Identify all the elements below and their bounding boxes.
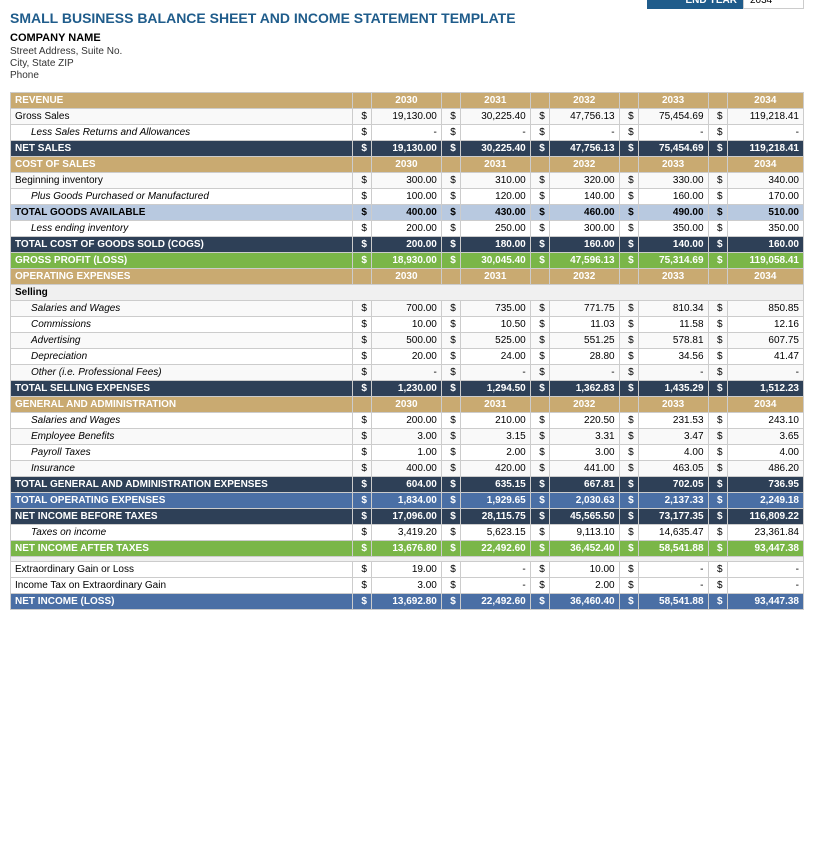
total-goods-row: TOTAL GOODS AVAILABLE $ 400.00 $ 430.00 … — [11, 205, 804, 221]
net-sales-label: NET SALES — [11, 141, 353, 157]
company-address: Street Address, Suite No. — [10, 46, 804, 57]
gross-sales-label: Gross Sales — [11, 109, 353, 125]
revenue-label: REVENUE — [11, 93, 353, 109]
revenue-year-2030: 2030 — [371, 93, 441, 109]
revenue-year-2034: 2034 — [727, 93, 803, 109]
main-table: REVENUE 2030 2031 2032 2033 2034 Gross S… — [10, 92, 804, 610]
selling-depreciation-row: Depreciation $ 20.00 $ 24.00 $ 28.80 $ 3… — [11, 349, 804, 365]
selling-commissions-row: Commissions $ 10.00 $ 10.50 $ 11.03 $ 11… — [11, 317, 804, 333]
income-tax-extra-row: Income Tax on Extraordinary Gain $ 3.00 … — [11, 578, 804, 594]
operating-expenses-header: OPERATING EXPENSES 2030 2031 2032 2033 2… — [11, 269, 804, 285]
gross-profit-row: GROSS PROFIT (LOSS) $ 18,930.00 $ 30,045… — [11, 253, 804, 269]
selling-subheader: Selling — [11, 285, 804, 301]
selling-advertising-row: Advertising $ 500.00 $ 525.00 $ 551.25 $… — [11, 333, 804, 349]
net-sales-row: NET SALES $ 19,130.00 $ 30,225.40 $ 47,7… — [11, 141, 804, 157]
ga-employee-benefits-row: Employee Benefits $ 3.00 $ 3.15 $ 3.31 $… — [11, 429, 804, 445]
less-sales-returns-row: Less Sales Returns and Allowances $ - $ … — [11, 125, 804, 141]
total-selling-row: TOTAL SELLING EXPENSES $ 1,230.00 $ 1,29… — [11, 381, 804, 397]
plus-goods-row: Plus Goods Purchased or Manufactured $ 1… — [11, 189, 804, 205]
taxes-on-income-row: Taxes on income $ 3,419.20 $ 5,623.15 $ … — [11, 525, 804, 541]
net-income-after-taxes-row: NET INCOME AFTER TAXES $ 13,676.80 $ 22,… — [11, 541, 804, 557]
selling-salaries-row: Salaries and Wages $ 700.00 $ 735.00 $ 7… — [11, 301, 804, 317]
extraordinary-gain-row: Extraordinary Gain or Loss $ 19.00 $ - $… — [11, 562, 804, 578]
total-op-row: TOTAL OPERATING EXPENSES $ 1,834.00 $ 1,… — [11, 493, 804, 509]
ga-payroll-taxes-row: Payroll Taxes $ 1.00 $ 2.00 $ 3.00 $ 4.0… — [11, 445, 804, 461]
ga-salaries-row: Salaries and Wages $ 200.00 $ 210.00 $ 2… — [11, 413, 804, 429]
end-year-label: END YEAR — [647, 0, 744, 9]
company-city: City, State ZIP — [10, 58, 804, 69]
header-info-panel: DATE PREPARED xx/xx/xx START YEAR 2030 E… — [647, 0, 804, 9]
net-income-loss-row: NET INCOME (LOSS) $ 13,692.80 $ 22,492.6… — [11, 594, 804, 610]
total-cogs-row: TOTAL COST OF GOODS SOLD (COGS) $ 200.00… — [11, 237, 804, 253]
beginning-inventory-row: Beginning inventory $ 300.00 $ 310.00 $ … — [11, 173, 804, 189]
ga-header: GENERAL AND ADMINISTRATION 2030 2031 203… — [11, 397, 804, 413]
less-sales-returns-label: Less Sales Returns and Allowances — [11, 125, 353, 141]
revenue-year-2032: 2032 — [549, 93, 619, 109]
gross-sales-row: Gross Sales $ 19,130.00 $ 30,225.40 $ 47… — [11, 109, 804, 125]
end-year-value: 2034 — [744, 0, 804, 9]
ga-insurance-row: Insurance $ 400.00 $ 420.00 $ 441.00 $ 4… — [11, 461, 804, 477]
revenue-section-header: REVENUE 2030 2031 2032 2033 2034 — [11, 93, 804, 109]
gross-profit-label: GROSS PROFIT (LOSS) — [11, 253, 353, 269]
page-title: SMALL BUSINESS BALANCE SHEET AND INCOME … — [10, 10, 804, 26]
revenue-year-2031: 2031 — [460, 93, 530, 109]
company-name: COMPANY NAME — [10, 32, 804, 44]
less-ending-inventory-row: Less ending inventory $ 200.00 $ 250.00 … — [11, 221, 804, 237]
revenue-year-2033: 2033 — [638, 93, 708, 109]
cost-of-sales-header: COST OF SALES 2030 2031 2032 2033 2034 — [11, 157, 804, 173]
selling-other-row: Other (i.e. Professional Fees) $ - $ - $… — [11, 365, 804, 381]
cost-of-sales-label: COST OF SALES — [11, 157, 353, 173]
net-income-before-taxes-row: NET INCOME BEFORE TAXES $ 17,096.00 $ 28… — [11, 509, 804, 525]
total-ga-row: TOTAL GENERAL AND ADMINISTRATION EXPENSE… — [11, 477, 804, 493]
company-phone: Phone — [10, 70, 804, 81]
